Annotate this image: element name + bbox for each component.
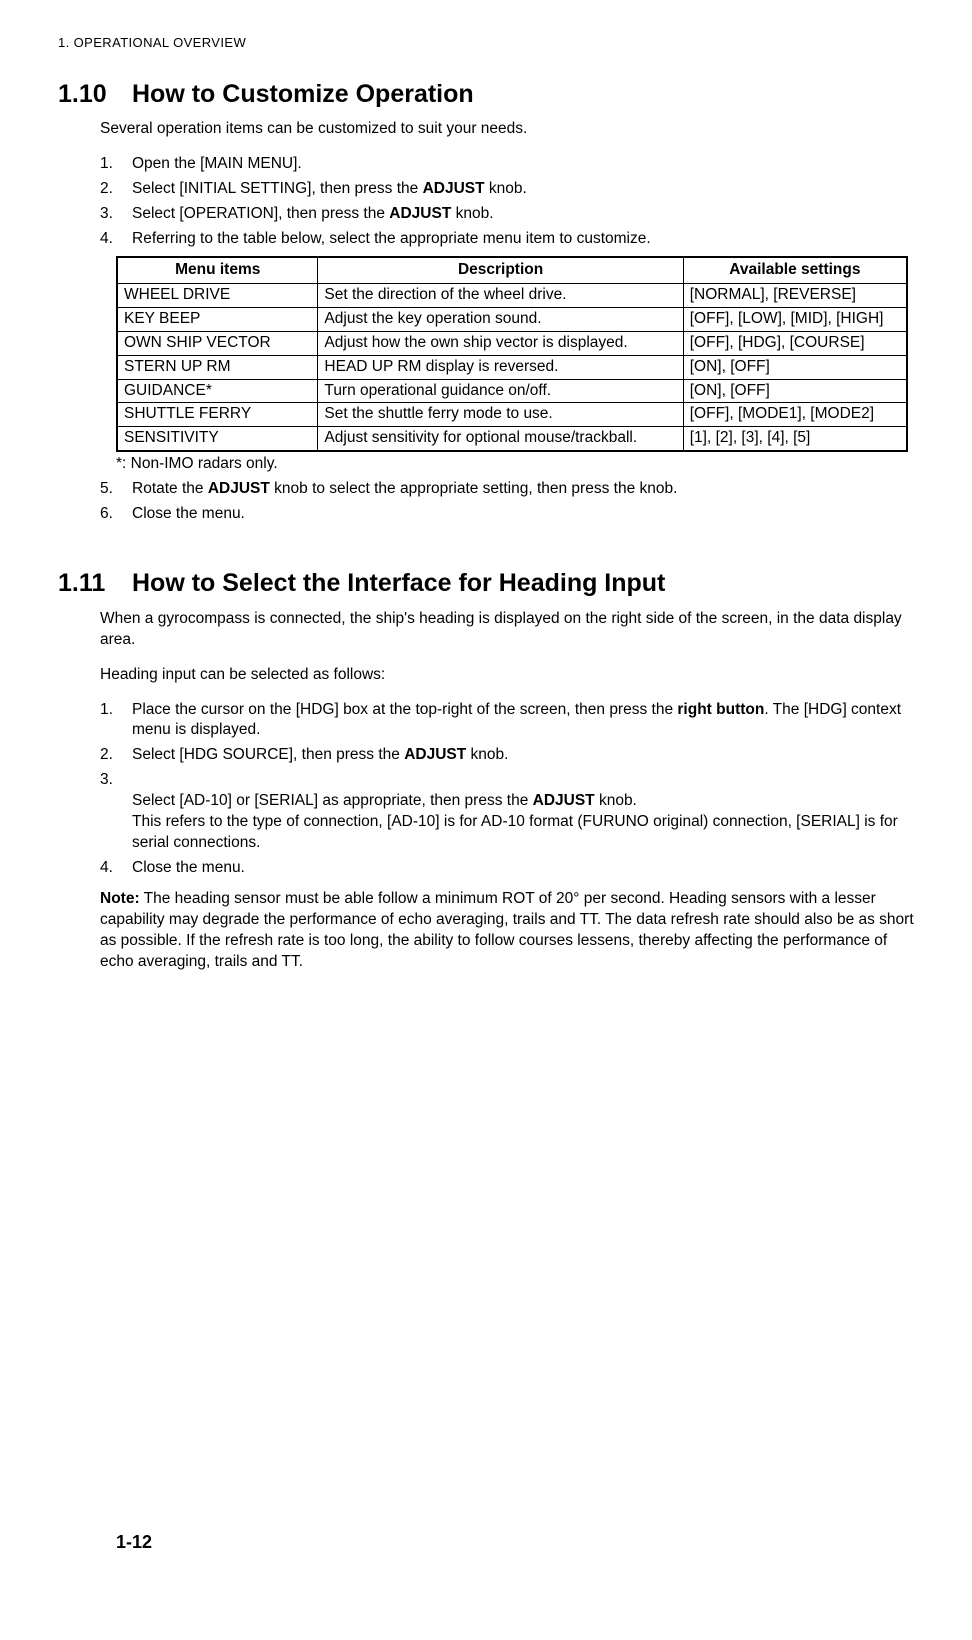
list-marker: 4. [100,229,132,250]
list-item: 6. Close the menu. [100,504,914,525]
list-content: Rotate the ADJUST knob to select the app… [132,479,914,500]
table-row: KEY BEEP Adjust the key operation sound.… [117,307,907,331]
table-cell: STERN UP RM [117,355,318,379]
bold-text: ADJUST [533,792,595,809]
list-marker: 2. [100,179,132,200]
list-marker: 3. [100,204,132,225]
list-content: Select [HDG SOURCE], then press the ADJU… [132,745,914,766]
section-heading-1-10: 1.10 How to Customize Operation [58,78,914,112]
ordered-list: 1. Open the [MAIN MENU]. 2. Select [INIT… [100,154,914,250]
bold-text: ADJUST [423,180,485,197]
list-content: Open the [MAIN MENU]. [132,154,914,175]
section-number: 1.11 [58,567,132,601]
list-item: 4. Referring to the table below, select … [100,229,914,250]
intro-text: When a gyrocompass is connected, the shi… [100,609,914,651]
table-cell: [OFF], [HDG], [COURSE] [683,331,907,355]
table-cell: Adjust sensitivity for optional mouse/tr… [318,427,683,451]
bold-text: ADJUST [208,480,270,497]
list-item: 2. Select [INITIAL SETTING], then press … [100,179,914,200]
table-cell: Set the direction of the wheel drive. [318,283,683,307]
table-cell: Turn operational guidance on/off. [318,379,683,403]
table-cell: Adjust the key operation sound. [318,307,683,331]
table-header: Menu items [117,257,318,283]
table-cell: [ON], [OFF] [683,379,907,403]
table-row: OWN SHIP VECTOR Adjust how the own ship … [117,331,907,355]
list-marker: 1. [100,154,132,175]
table-row: SENSITIVITY Adjust sensitivity for optio… [117,427,907,451]
table-header-row: Menu items Description Available setting… [117,257,907,283]
list-marker: 6. [100,504,132,525]
list-item: 1. Place the cursor on the [HDG] box at … [100,700,914,742]
list-content: Place the cursor on the [HDG] box at the… [132,700,914,742]
ordered-list-cont: 5. Rotate the ADJUST knob to select the … [100,479,914,525]
intro-text: Heading input can be selected as follows… [100,665,914,686]
chapter-header: 1. OPERATIONAL OVERVIEW [58,34,914,52]
list-marker: 2. [100,745,132,766]
table-cell: HEAD UP RM display is reversed. [318,355,683,379]
table-footnote: *: Non-IMO radars only. [116,454,914,475]
ordered-list: 1. Place the cursor on the [HDG] box at … [100,700,914,879]
table-cell: Set the shuttle ferry mode to use. [318,403,683,427]
table-cell: [OFF], [LOW], [MID], [HIGH] [683,307,907,331]
list-item: 4. Close the menu. [100,858,914,879]
section-title: How to Select the Interface for Heading … [132,567,665,601]
section-title: How to Customize Operation [132,78,474,112]
list-item: 2. Select [HDG SOURCE], then press the A… [100,745,914,766]
list-marker: 5. [100,479,132,500]
list-content: Select [OPERATION], then press the ADJUS… [132,204,914,225]
list-marker: 4. [100,858,132,879]
text: knob. [485,180,527,197]
list-marker: 1. [100,700,132,742]
text: Select [AD-10] or [SERIAL] as appropriat… [132,792,533,809]
note-paragraph: Note: The heading sensor must be able fo… [100,889,914,973]
list-content: Select [INITIAL SETTING], then press the… [132,179,914,200]
bold-text: right button [677,701,764,718]
table-header: Available settings [683,257,907,283]
text: Select [OPERATION], then press the [132,205,389,222]
text: knob. [466,746,508,763]
list-content: Select [AD-10] or [SERIAL] as appropriat… [132,770,914,854]
list-item: 3. Select [OPERATION], then press the AD… [100,204,914,225]
table-cell: OWN SHIP VECTOR [117,331,318,355]
list-content: Close the menu. [132,504,914,525]
table-row: GUIDANCE* Turn operational guidance on/o… [117,379,907,403]
list-marker: 3. [100,770,132,854]
table-cell: Adjust how the own ship vector is displa… [318,331,683,355]
table-cell: SENSITIVITY [117,427,318,451]
text: Select [HDG SOURCE], then press the [132,746,404,763]
list-content: Referring to the table below, select the… [132,229,914,250]
text: Select [INITIAL SETTING], then press the [132,180,423,197]
text: Place the cursor on the [HDG] box at the… [132,701,677,718]
settings-table: Menu items Description Available setting… [116,256,914,452]
list-item: 5. Rotate the ADJUST knob to select the … [100,479,914,500]
table-row: SHUTTLE FERRY Set the shuttle ferry mode… [117,403,907,427]
intro-text: Several operation items can be customize… [100,119,914,140]
note-text: The heading sensor must be able follow a… [100,890,914,970]
table-cell: [NORMAL], [REVERSE] [683,283,907,307]
page-number: 1-12 [116,1530,152,1554]
section-number: 1.10 [58,78,132,112]
bold-text: ADJUST [389,205,451,222]
table-row: STERN UP RM HEAD UP RM display is revers… [117,355,907,379]
text: knob. [451,205,493,222]
table-cell: WHEEL DRIVE [117,283,318,307]
bold-text: ADJUST [404,746,466,763]
table-cell: SHUTTLE FERRY [117,403,318,427]
table-row: WHEEL DRIVE Set the direction of the whe… [117,283,907,307]
table-header: Description [318,257,683,283]
table-cell: KEY BEEP [117,307,318,331]
note-label: Note: [100,890,140,907]
table-cell: GUIDANCE* [117,379,318,403]
text: knob to select the appropriate setting, … [270,480,678,497]
list-content: Close the menu. [132,858,914,879]
table-cell: [OFF], [MODE1], [MODE2] [683,403,907,427]
section-heading-1-11: 1.11 How to Select the Interface for Hea… [58,567,914,601]
table-cell: [1], [2], [3], [4], [5] [683,427,907,451]
table-cell: [ON], [OFF] [683,355,907,379]
list-item: 3. Select [AD-10] or [SERIAL] as appropr… [100,770,914,854]
list-item: 1. Open the [MAIN MENU]. [100,154,914,175]
text: Rotate the [132,480,208,497]
